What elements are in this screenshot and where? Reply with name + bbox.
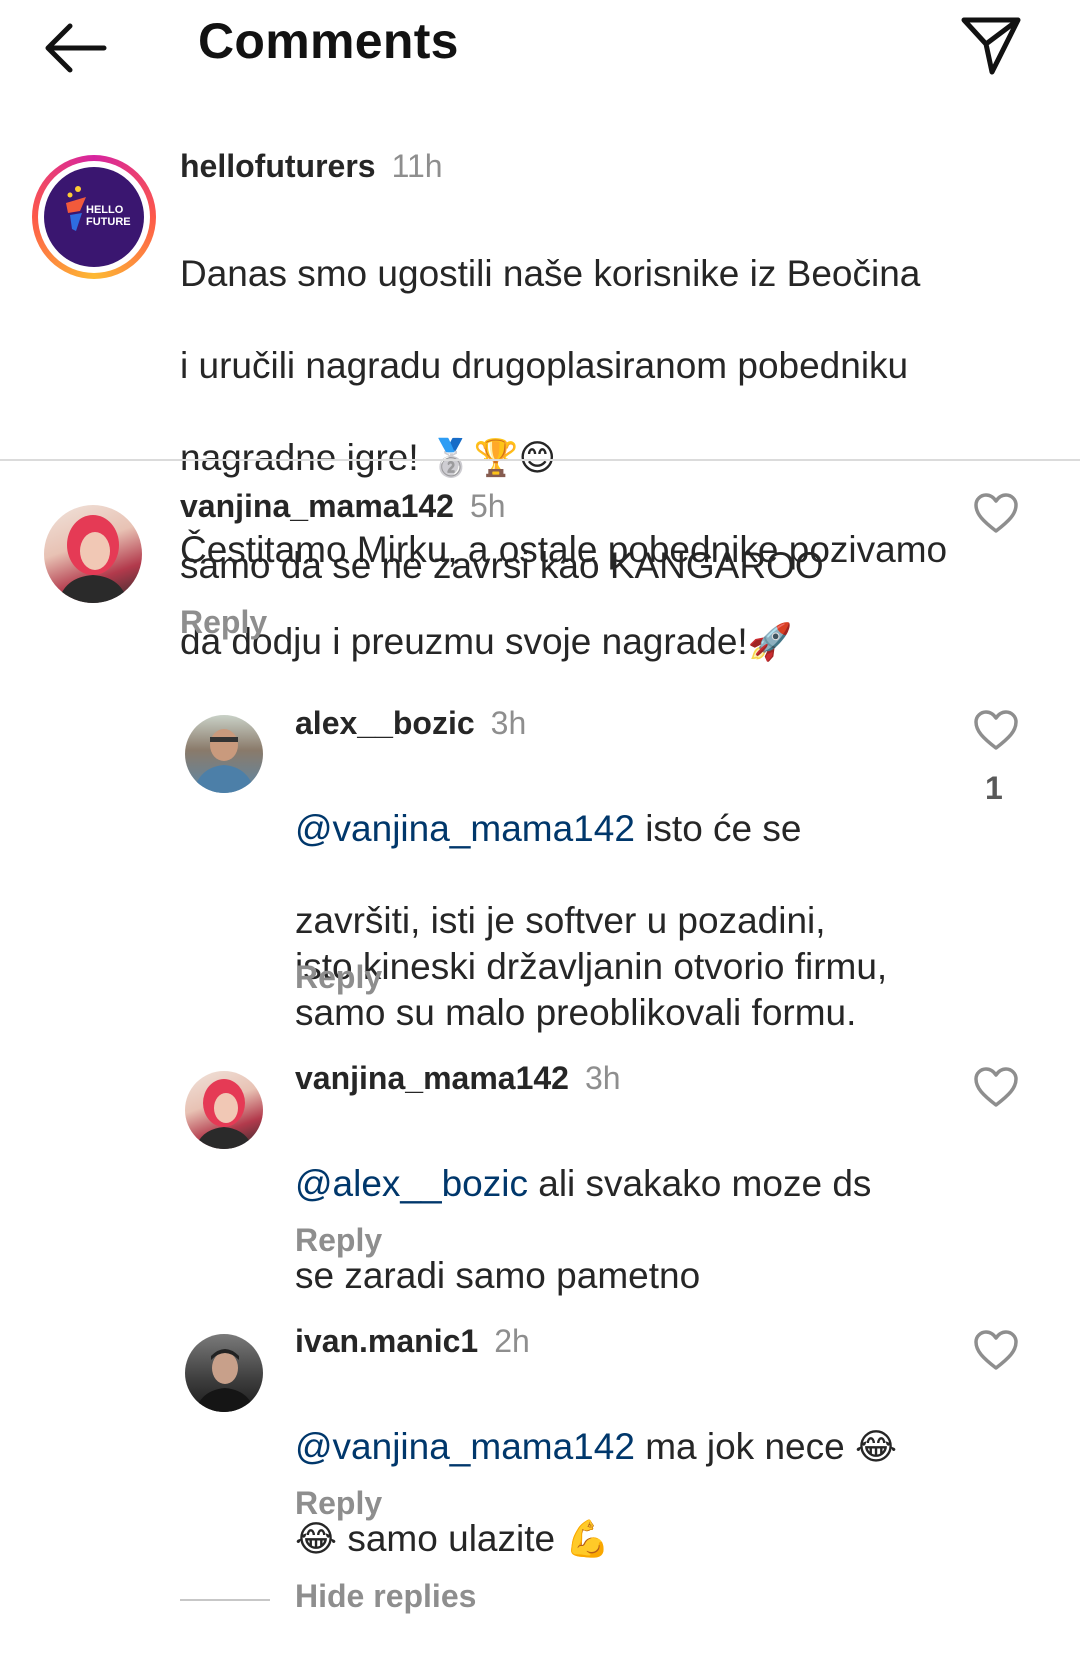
reply-button[interactable]: Reply — [295, 959, 382, 996]
arrow-left-icon — [45, 23, 107, 73]
comment-header: ivan.manic1 2h — [295, 1323, 530, 1360]
laughing-emoji: 😂 — [295, 1518, 338, 1559]
reply-button[interactable]: Reply — [295, 1485, 382, 1522]
comment-line-text: isto će se — [634, 808, 802, 849]
comment-time: 3h — [584, 1060, 621, 1096]
comment-line: se zaradi samo pametno — [295, 1255, 701, 1296]
comment-username[interactable]: ivan.manic1 — [295, 1323, 478, 1359]
comment-line: @vanjina_mama142 isto će se — [295, 806, 975, 852]
reply-button[interactable]: Reply — [180, 604, 267, 641]
comment-text: samo da se ne zavrsi kao KANGAROO — [180, 545, 824, 586]
comment-username[interactable]: vanjina_mama142 — [295, 1060, 569, 1096]
comment-time: 5h — [469, 488, 506, 524]
share-button[interactable] — [960, 14, 1022, 76]
thread-line — [180, 1599, 270, 1601]
caption-line: i uručili nagradu drugoplasiranom pobedn… — [180, 345, 909, 386]
caption-username[interactable]: hellofuturers — [180, 148, 376, 184]
caption-emojis: 🥈🏆😊 — [428, 437, 557, 478]
comment-header: vanjina_mama142 3h — [295, 1060, 621, 1097]
comment-line: @vanjina_mama142 ma jok nece 😂 — [295, 1424, 975, 1470]
logo-text-future: FUTURE — [86, 216, 131, 228]
avatar[interactable] — [185, 1071, 263, 1149]
comment-text: @vanjina_mama142 ma jok nece 😂 😂 samo ul… — [295, 1378, 975, 1608]
comment-text: @vanjina_mama142 isto će se završiti, is… — [295, 760, 975, 1082]
user-photo-icon — [193, 729, 255, 793]
user-photo-icon — [195, 1349, 255, 1412]
comment-line: 😂 samo ulazite 💪 — [295, 1516, 975, 1562]
caption-line-text: nagradne igre! — [180, 437, 419, 478]
rocket-emoji: 🚀 — [747, 621, 793, 662]
comment-text: @alex__bozic ali svakako moze ds se zara… — [295, 1115, 975, 1345]
caption-header: hellofuturers 11h — [180, 148, 443, 185]
avatar[interactable] — [185, 715, 263, 793]
caption-line: nagradne igre! 🥈🏆😊 — [180, 435, 1060, 481]
like-count: 1 — [985, 770, 1003, 806]
heart-icon[interactable] — [973, 1329, 1019, 1371]
hide-replies-button[interactable]: Hide replies — [295, 1578, 476, 1615]
avatar[interactable]: HELLO FUTURE — [44, 167, 144, 267]
heart-icon[interactable] — [973, 1066, 1019, 1108]
caption-line: Danas smo ugostili naše korisnike iz Beo… — [180, 253, 921, 294]
comment-header: alex__bozic 3h — [295, 705, 526, 742]
logo-text-hello: HELLO — [86, 204, 124, 216]
comment-username[interactable]: vanjina_mama142 — [180, 488, 454, 524]
back-button[interactable] — [40, 18, 110, 78]
avatar[interactable] — [44, 505, 142, 603]
avatar[interactable] — [185, 1334, 263, 1412]
user-photo-icon — [195, 1079, 253, 1149]
page-title: Comments — [198, 13, 459, 69]
muscle-emoji: 💪 — [565, 1518, 611, 1559]
comment-line-text: ali svakako moze ds — [527, 1163, 872, 1204]
comment-header: vanjina_mama142 5h — [180, 488, 506, 525]
comment-line-text: ma jok nece — [634, 1426, 845, 1467]
caption-time: 11h — [391, 148, 443, 184]
comment-username[interactable]: alex__bozic — [295, 705, 475, 741]
comment-line: @alex__bozic ali svakako moze ds — [295, 1161, 975, 1207]
comment-line-text: samo ulazite — [337, 1518, 556, 1559]
comment-line: završiti, isti je softver u pozadini, is… — [295, 900, 888, 1033]
laughing-emoji: 😂 — [854, 1426, 898, 1467]
caption-line: da dodju i preuzmu svoje nagrade!🚀 — [180, 619, 1060, 665]
user-photo-icon — [58, 515, 128, 603]
comment-time: 2h — [494, 1323, 530, 1359]
reply-button[interactable]: Reply — [295, 1222, 382, 1259]
mention-link[interactable]: @vanjina_mama142 — [295, 808, 635, 849]
caption-text: Danas smo ugostili naše korisnike iz Beo… — [180, 205, 1060, 711]
divider — [0, 459, 1080, 461]
comment-time: 3h — [490, 705, 527, 741]
mention-link[interactable]: @alex__bozic — [295, 1163, 528, 1204]
paper-plane-icon — [961, 17, 1021, 75]
heart-icon[interactable] — [973, 709, 1019, 751]
heart-icon[interactable] — [973, 492, 1019, 534]
mention-link[interactable]: @vanjina_mama142 — [295, 1426, 635, 1467]
